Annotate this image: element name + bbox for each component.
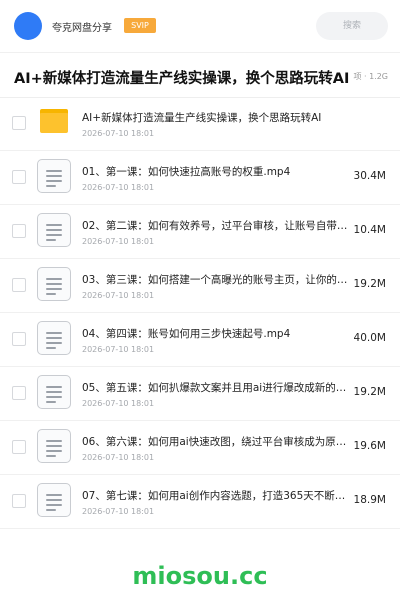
- select-checkbox[interactable]: [12, 224, 26, 238]
- file-name[interactable]: 05、第五课：如何扒爆款文案并且用ai进行爆改成新的爆款.mp4: [82, 380, 350, 395]
- file-name[interactable]: 04、第四课：账号如何用三步快速起号.mp4: [82, 326, 350, 341]
- page-title: AI+新媒体打造流量生产线实操课，换个思路玩转AI: [14, 71, 350, 87]
- file-row[interactable]: 02、第二课：如何有效养号，过平台审核，让账号自带流量.mp4 2026-07-1…: [0, 205, 400, 259]
- file-row[interactable]: 06、第六课：如何用ai快速改图，绕过平台审核成为原创.mp4 2026-07-1…: [0, 421, 400, 475]
- file-date: 2026-07-10 18:01: [82, 507, 155, 516]
- document-icon: [37, 429, 71, 463]
- folder-title-bar: AI+新媒体打造流量生产线实操课，换个思路玩转AI 项 · 1.2G: [0, 52, 400, 98]
- file-size: 18.9M: [353, 494, 386, 506]
- file-size: 30.4M: [353, 170, 386, 182]
- file-row[interactable]: 04、第四课：账号如何用三步快速起号.mp4 2026-07-10 18:01 40…: [0, 313, 400, 367]
- file-date: 2026-07-10 18:01: [82, 291, 155, 300]
- search-input[interactable]: [316, 12, 388, 40]
- file-size: 19.6M: [353, 440, 386, 452]
- file-row[interactable]: 03、第三课：如何搭建一个高曝光的账号主页，让你的流量翻倍.mp4 2026-07…: [0, 259, 400, 313]
- file-name[interactable]: 03、第三课：如何搭建一个高曝光的账号主页，让你的流量翻倍.mp4: [82, 272, 350, 287]
- file-size: 19.2M: [353, 386, 386, 398]
- app-header: 夸克网盘分享 SVIP: [0, 0, 400, 52]
- file-date: 2026-07-10 18:01: [82, 453, 155, 462]
- file-name[interactable]: AI+新媒体打造流量生产线实操课，换个思路玩转AI: [82, 110, 350, 125]
- file-name[interactable]: 06、第六课：如何用ai快速改图，绕过平台审核成为原创.mp4: [82, 434, 350, 449]
- file-name[interactable]: 01、第一课：如何快速拉高账号的权重.mp4: [82, 164, 350, 179]
- document-icon: [37, 213, 71, 247]
- file-date: 2026-07-10 18:01: [82, 129, 155, 138]
- document-icon: [37, 159, 71, 193]
- document-icon: [37, 375, 71, 409]
- file-name[interactable]: 07、第七课：如何用ai创作内容选题，打造365天不断更的内容.mp4: [82, 488, 350, 503]
- file-row[interactable]: 01、第一课：如何快速拉高账号的权重.mp4 2026-07-10 18:01 30…: [0, 151, 400, 205]
- svip-badge: SVIP: [124, 18, 156, 33]
- select-checkbox[interactable]: [12, 440, 26, 454]
- file-size: 10.4M: [353, 224, 386, 236]
- file-size: 40.0M: [353, 332, 386, 344]
- watermark: miosou.cc: [132, 562, 268, 590]
- folder-row[interactable]: AI+新媒体打造流量生产线实操课，换个思路玩转AI 2026-07-10 18:0…: [0, 97, 400, 151]
- file-date: 2026-07-10 18:01: [82, 183, 155, 192]
- file-date: 2026-07-10 18:01: [82, 399, 155, 408]
- folder-icon: [40, 109, 68, 133]
- app-name: 夸克网盘分享: [52, 23, 112, 34]
- file-row[interactable]: 05、第五课：如何扒爆款文案并且用ai进行爆改成新的爆款.mp4 2026-07-…: [0, 367, 400, 421]
- file-date: 2026-07-10 18:01: [82, 237, 155, 246]
- document-icon: [37, 483, 71, 517]
- avatar[interactable]: [14, 12, 42, 40]
- select-checkbox[interactable]: [12, 332, 26, 346]
- file-date: 2026-07-10 18:01: [82, 345, 155, 354]
- select-checkbox[interactable]: [12, 386, 26, 400]
- select-checkbox[interactable]: [12, 494, 26, 508]
- folder-meta: 项 · 1.2G: [353, 72, 388, 81]
- select-checkbox[interactable]: [12, 170, 26, 184]
- file-name[interactable]: 02、第二课：如何有效养号，过平台审核，让账号自带流量.mp4: [82, 218, 350, 233]
- file-row[interactable]: 07、第七课：如何用ai创作内容选题，打造365天不断更的内容.mp4 2026-…: [0, 475, 400, 529]
- document-icon: [37, 321, 71, 355]
- file-size: 19.2M: [353, 278, 386, 290]
- file-list: AI+新媒体打造流量生产线实操课，换个思路玩转AI 2026-07-10 18:0…: [0, 97, 400, 529]
- select-checkbox[interactable]: [12, 116, 26, 130]
- select-checkbox[interactable]: [12, 278, 26, 292]
- document-icon: [37, 267, 71, 301]
